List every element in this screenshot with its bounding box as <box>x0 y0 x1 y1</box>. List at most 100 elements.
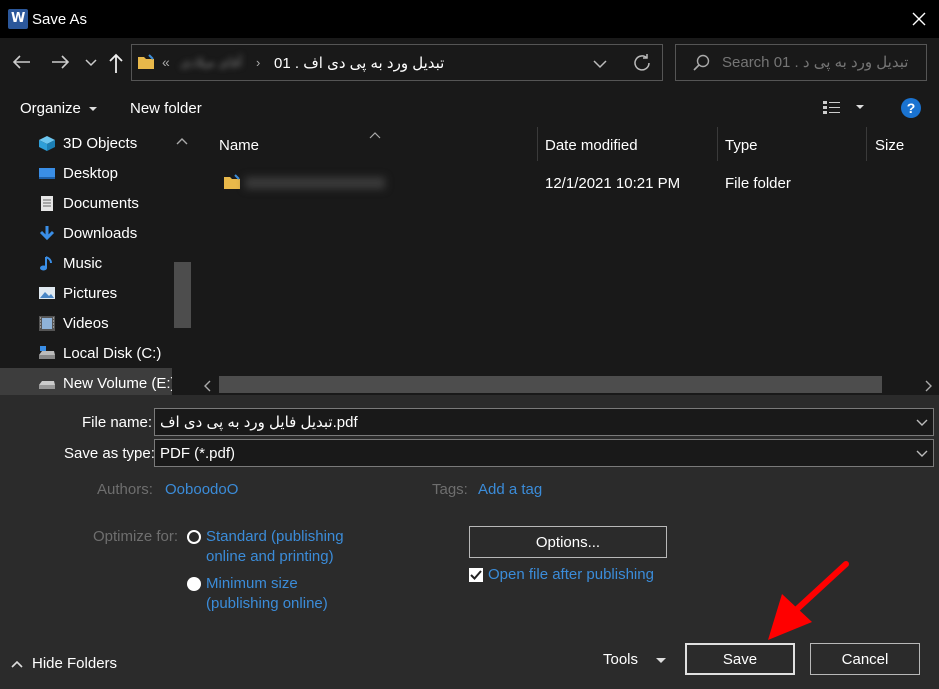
up-button[interactable] <box>106 52 126 78</box>
options-button[interactable]: Options... <box>469 526 667 558</box>
radio-standard[interactable] <box>187 530 201 544</box>
red-pointer-arrow-icon <box>768 561 849 640</box>
path-separator-icon: › <box>256 55 261 70</box>
address-dropdown-button[interactable] <box>592 57 608 74</box>
title-bar <box>0 0 939 38</box>
nav-item-label: Local Disk (C:) <box>63 344 162 362</box>
save-button[interactable]: Save <box>685 643 795 675</box>
save-button-label: Save <box>722 650 758 668</box>
cancel-button-label: Cancel <box>841 650 889 668</box>
file-name-blurred <box>245 177 385 189</box>
column-divider[interactable] <box>866 127 867 161</box>
nav-item-videos[interactable]: Videos <box>38 308 178 338</box>
nav-pane-scrollbar[interactable] <box>172 127 192 395</box>
options-button-label: Options... <box>535 533 601 551</box>
refresh-button[interactable] <box>632 53 652 77</box>
column-divider[interactable] <box>717 127 718 161</box>
back-arrow-icon <box>12 55 30 69</box>
path-overflow-marker[interactable]: « <box>162 54 170 70</box>
chevron-down-icon <box>85 59 97 67</box>
hide-folders-button[interactable]: Hide Folders <box>10 655 117 672</box>
column-header-date-modified[interactable]: Date modified <box>545 137 638 154</box>
file-name-value: تبدیل فایل ورد به پی دی اف.pdf <box>160 414 358 431</box>
scroll-up-arrow[interactable] <box>176 133 188 150</box>
download-arrow-icon <box>39 226 55 241</box>
nav-item-pictures[interactable]: Pictures <box>38 278 178 308</box>
horizontal-scroll-thumb[interactable] <box>219 376 882 393</box>
column-header-type[interactable]: Type <box>725 137 758 154</box>
nav-item-desktop[interactable]: Desktop <box>38 158 178 188</box>
authors-value[interactable]: OoboodoO <box>165 481 238 498</box>
tools-menu-button[interactable]: Tools <box>603 651 668 668</box>
radio-minimum-label-line2[interactable]: (publishing online) <box>206 595 328 612</box>
forward-button[interactable] <box>50 52 72 76</box>
save-as-type-label: Save as type: <box>64 445 155 462</box>
nav-scroll-thumb[interactable] <box>174 262 191 328</box>
view-options-button[interactable] <box>822 99 868 115</box>
window-title: Save As <box>32 11 88 28</box>
music-note-icon <box>40 256 52 271</box>
table-row[interactable]: 12/1/2021 10:21 PM File folder <box>205 167 939 199</box>
file-date: 12/1/2021 10:21 PM <box>545 175 681 192</box>
save-as-type-select[interactable]: PDF (*.pdf) <box>154 439 934 467</box>
path-segment-blurred[interactable]: آقای میلادی <box>180 55 250 71</box>
help-button[interactable]: ? <box>901 98 921 118</box>
save-as-type-value: PDF (*.pdf) <box>160 445 236 462</box>
optimize-for-label: Optimize for: <box>93 528 179 545</box>
close-icon <box>912 12 926 26</box>
chevron-right-icon <box>925 380 932 392</box>
cancel-button[interactable]: Cancel <box>810 643 920 675</box>
path-segment-current[interactable]: تبدیل ورد به پی دی اف . 01 <box>274 54 444 72</box>
drive-icon <box>39 381 55 389</box>
nav-item-label: Videos <box>63 314 109 332</box>
word-app-icon: W <box>8 9 28 29</box>
up-arrow-icon <box>109 53 123 73</box>
file-name-field[interactable]: تبدیل فایل ورد به پی دی اف.pdf <box>154 408 934 436</box>
back-button[interactable] <box>10 52 32 76</box>
file-name-label: File name: <box>82 414 153 431</box>
column-header-name[interactable]: Name <box>219 137 259 154</box>
scroll-left-arrow[interactable] <box>202 379 212 396</box>
details-view-icon <box>823 101 840 114</box>
nav-item-local-disk-c[interactable]: Local Disk (C:) <box>38 338 178 368</box>
folder-icon <box>224 174 240 189</box>
app-icon-letter: W <box>11 11 26 26</box>
caret-down-icon <box>856 105 864 109</box>
desktop-icon <box>39 168 55 179</box>
tags-label: Tags: <box>432 481 468 498</box>
chevron-down-icon <box>916 419 928 426</box>
scroll-right-arrow[interactable] <box>924 379 934 396</box>
file-list <box>195 127 939 375</box>
close-button[interactable] <box>900 4 938 34</box>
nav-item-new-volume-e[interactable]: New Volume (E:) <box>38 368 178 398</box>
open-after-publishing-checkbox[interactable] <box>469 568 483 582</box>
chevron-up-icon <box>176 138 188 145</box>
authors-label: Authors: <box>97 481 153 498</box>
recent-locations-button[interactable] <box>84 56 98 73</box>
nav-item-label: Music <box>63 254 103 272</box>
tools-label: Tools <box>603 651 639 668</box>
chevron-up-icon <box>11 660 23 668</box>
nav-item-music[interactable]: Music <box>38 248 178 278</box>
add-tag-link[interactable]: Add a tag <box>478 481 542 498</box>
radio-standard-label-line1[interactable]: Standard (publishing <box>206 528 344 545</box>
radio-minimum-label-line1[interactable]: Minimum size <box>206 575 298 592</box>
folder-icon <box>137 53 157 75</box>
nav-item-3d-objects[interactable]: 3D Objects <box>38 128 178 158</box>
chevron-down-icon <box>593 60 607 69</box>
nav-item-downloads[interactable]: Downloads <box>38 218 178 248</box>
organize-menu-button[interactable]: Organize <box>20 100 100 117</box>
refresh-icon <box>634 54 650 71</box>
checkmark-icon <box>470 570 482 580</box>
radio-standard-label-line2[interactable]: online and printing) <box>206 548 334 565</box>
radio-minimum-size[interactable] <box>187 577 201 591</box>
nav-item-documents[interactable]: Documents <box>38 188 178 218</box>
column-header-size[interactable]: Size <box>875 137 904 154</box>
column-divider[interactable] <box>537 127 538 161</box>
path-current-label: تبدیل ورد به پی دی اف . 01 <box>274 55 445 72</box>
chevron-down-icon <box>916 450 928 457</box>
nav-item-label: Downloads <box>63 224 138 242</box>
open-after-publishing-label[interactable]: Open file after publishing <box>488 566 654 583</box>
search-input[interactable] <box>722 50 922 74</box>
new-folder-button[interactable]: New folder <box>130 100 202 117</box>
